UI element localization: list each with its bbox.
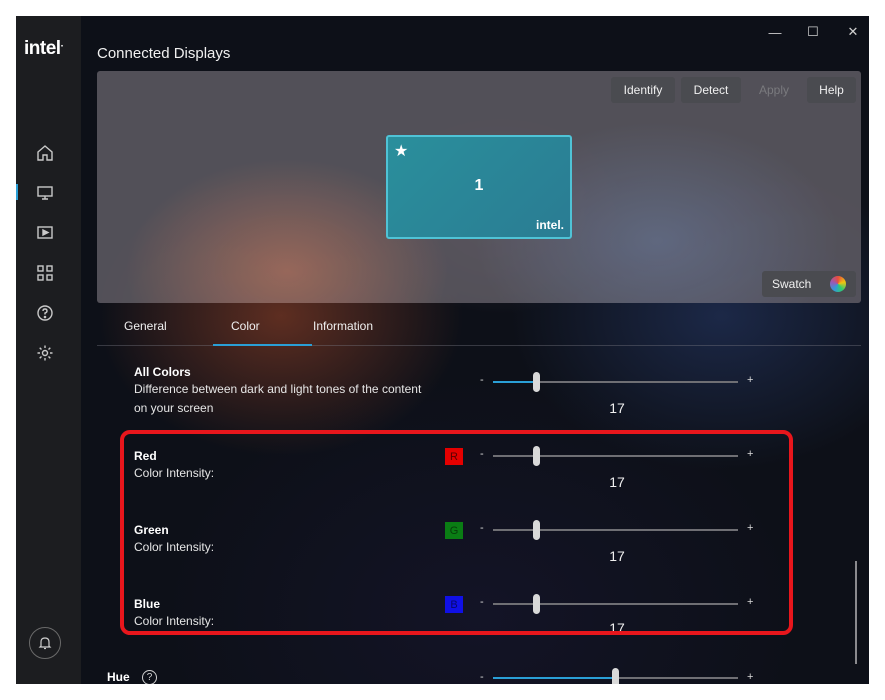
intel-logo: intel. xyxy=(24,38,63,59)
display-number: 1 xyxy=(474,177,484,194)
bell-icon xyxy=(38,637,52,650)
green-description: Color Intensity: xyxy=(134,540,215,554)
notifications-button[interactable] xyxy=(29,627,61,659)
display-intel-logo: intel. xyxy=(535,218,564,232)
green-title: Green xyxy=(134,523,169,537)
tab-active-indicator xyxy=(213,344,312,346)
minimize-button[interactable]: — xyxy=(765,22,785,42)
tab-information[interactable]: Information xyxy=(313,319,373,333)
apply-button[interactable]: Apply xyxy=(745,77,803,103)
red-slider[interactable] xyxy=(493,455,738,457)
all-colors-slider-thumb[interactable] xyxy=(533,372,540,392)
hue-slider-fill xyxy=(493,677,615,679)
tab-general[interactable]: General xyxy=(124,319,167,333)
apps-icon[interactable] xyxy=(36,264,54,282)
red-slider-thumb[interactable] xyxy=(533,446,540,466)
identify-button[interactable]: Identify xyxy=(611,77,675,103)
blue-slider-thumb[interactable] xyxy=(533,594,540,614)
all-colors-description: Difference between dark and light tones … xyxy=(134,382,422,415)
maximize-button[interactable]: ☐ xyxy=(803,22,823,42)
color-wheel-icon xyxy=(830,276,846,292)
display-tile[interactable]: ★ 1 intel. xyxy=(386,135,572,239)
hue-decrease[interactable]: - xyxy=(480,671,484,683)
display-arrangement-panel: Identify Detect Apply Help ★ 1 intel. Sw… xyxy=(97,71,861,303)
video-icon[interactable] xyxy=(36,224,54,242)
red-description: Color Intensity: xyxy=(134,466,215,480)
blue-title: Blue xyxy=(134,597,161,611)
main-content: — ☐ ✕ Connected Displays Identify Detect… xyxy=(81,16,869,684)
close-button[interactable]: ✕ xyxy=(843,22,863,42)
green-decrease[interactable]: - xyxy=(480,522,484,534)
green-slider[interactable] xyxy=(493,529,738,531)
tab-bar: General Color Information xyxy=(97,316,861,346)
primary-star-icon: ★ xyxy=(394,143,409,160)
hue-title: Hue xyxy=(107,670,130,684)
swatch-label: Swatch xyxy=(772,277,812,291)
all-colors-value: 17 xyxy=(609,400,625,416)
tab-color[interactable]: Color xyxy=(231,319,260,333)
all-colors-slider-fill xyxy=(493,381,537,383)
all-colors-increase[interactable]: + xyxy=(747,374,753,386)
hue-slider-thumb[interactable] xyxy=(612,668,619,684)
swatch-button[interactable]: Swatch xyxy=(762,271,856,297)
hue-help-icon[interactable]: ? xyxy=(142,670,157,684)
sidebar: intel. xyxy=(16,16,81,684)
blue-slider[interactable] xyxy=(493,603,738,605)
red-decrease[interactable]: - xyxy=(480,448,484,460)
blue-decrease[interactable]: - xyxy=(480,596,484,608)
detect-button[interactable]: Detect xyxy=(681,77,741,103)
green-chip: G xyxy=(445,522,463,539)
green-slider-thumb[interactable] xyxy=(533,520,540,540)
scrollbar[interactable] xyxy=(855,561,857,664)
display-icon[interactable] xyxy=(36,184,54,202)
blue-description: Color Intensity: xyxy=(134,614,215,628)
app-window: intel. — ☐ ✕ Connected Displays Identify… xyxy=(16,16,869,684)
active-indicator xyxy=(16,184,18,200)
hue-increase[interactable]: + xyxy=(747,671,753,683)
help-icon[interactable] xyxy=(36,304,54,322)
green-increase[interactable]: + xyxy=(747,522,753,534)
red-increase[interactable]: + xyxy=(747,448,753,460)
blue-chip: B xyxy=(445,596,463,613)
red-value: 17 xyxy=(609,474,625,490)
blue-value: 17 xyxy=(609,620,625,632)
page-title: Connected Displays xyxy=(97,45,231,62)
home-icon[interactable] xyxy=(36,144,54,162)
settings-icon[interactable] xyxy=(36,344,54,362)
green-value: 17 xyxy=(609,548,625,564)
all-colors-title: All Colors xyxy=(134,365,191,379)
red-chip: R xyxy=(445,448,463,465)
blue-increase[interactable]: + xyxy=(747,596,753,608)
red-title: Red xyxy=(134,449,157,463)
all-colors-decrease[interactable]: - xyxy=(480,374,484,386)
help-button[interactable]: Help xyxy=(807,77,856,103)
all-colors-slider[interactable] xyxy=(493,381,738,383)
